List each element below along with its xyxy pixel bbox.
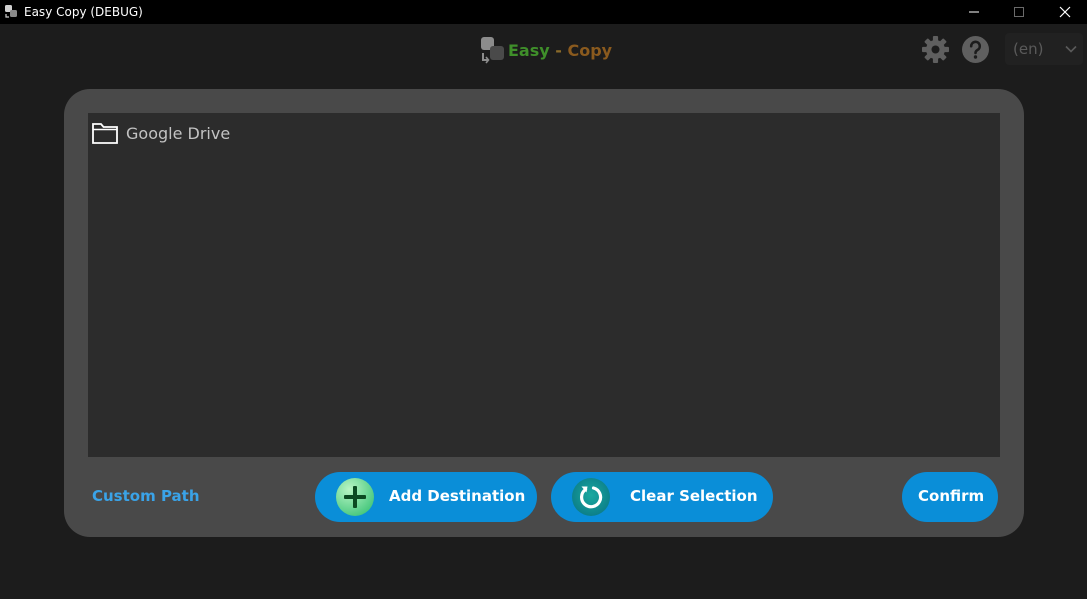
app-logo: Easy - Copy <box>478 36 612 64</box>
language-value: (en) <box>1013 40 1044 58</box>
logo-text-separator: - <box>549 40 568 60</box>
clear-selection-button[interactable]: Clear Selection <box>551 472 773 522</box>
language-select[interactable]: (en) <box>1005 33 1083 65</box>
settings-button[interactable] <box>921 35 950 64</box>
clear-selection-label: Clear Selection <box>630 487 758 505</box>
add-destination-button[interactable]: Add Destination <box>315 472 537 522</box>
title-bar: Easy Copy (DEBUG) <box>0 0 1087 24</box>
app-window: Easy Copy (DEBUG) Easy - Copy (en) Googl… <box>0 0 1087 599</box>
refresh-icon <box>572 478 610 516</box>
gear-icon <box>922 36 949 63</box>
logo-text-copy: Copy <box>567 40 613 60</box>
window-title: Easy Copy (DEBUG) <box>24 5 143 19</box>
chevron-down-icon <box>1065 45 1077 53</box>
close-button[interactable] <box>1042 0 1087 24</box>
confirm-label: Confirm <box>918 487 985 505</box>
maximize-icon <box>1014 7 1024 17</box>
logo-icon <box>481 37 504 64</box>
list-item-label: Google Drive <box>126 123 231 143</box>
minimize-icon <box>969 11 979 13</box>
logo-text-easy: Easy <box>508 40 550 60</box>
destination-panel: Google Drive Custom Path Add Destination <box>64 89 1024 537</box>
confirm-button[interactable]: Confirm <box>902 472 998 522</box>
destination-list[interactable]: Google Drive <box>88 113 1000 457</box>
add-destination-label: Add Destination <box>389 487 526 505</box>
folder-icon <box>92 123 118 144</box>
plus-circle-icon <box>336 478 374 516</box>
help-button[interactable] <box>961 35 990 64</box>
custom-path-link[interactable]: Custom Path <box>92 487 200 505</box>
question-mark-icon <box>962 36 989 63</box>
close-icon <box>1059 6 1071 18</box>
maximize-button[interactable] <box>996 0 1042 24</box>
minimize-button[interactable] <box>951 0 997 24</box>
app-logo-icon <box>5 5 17 18</box>
list-item[interactable]: Google Drive <box>91 120 230 146</box>
